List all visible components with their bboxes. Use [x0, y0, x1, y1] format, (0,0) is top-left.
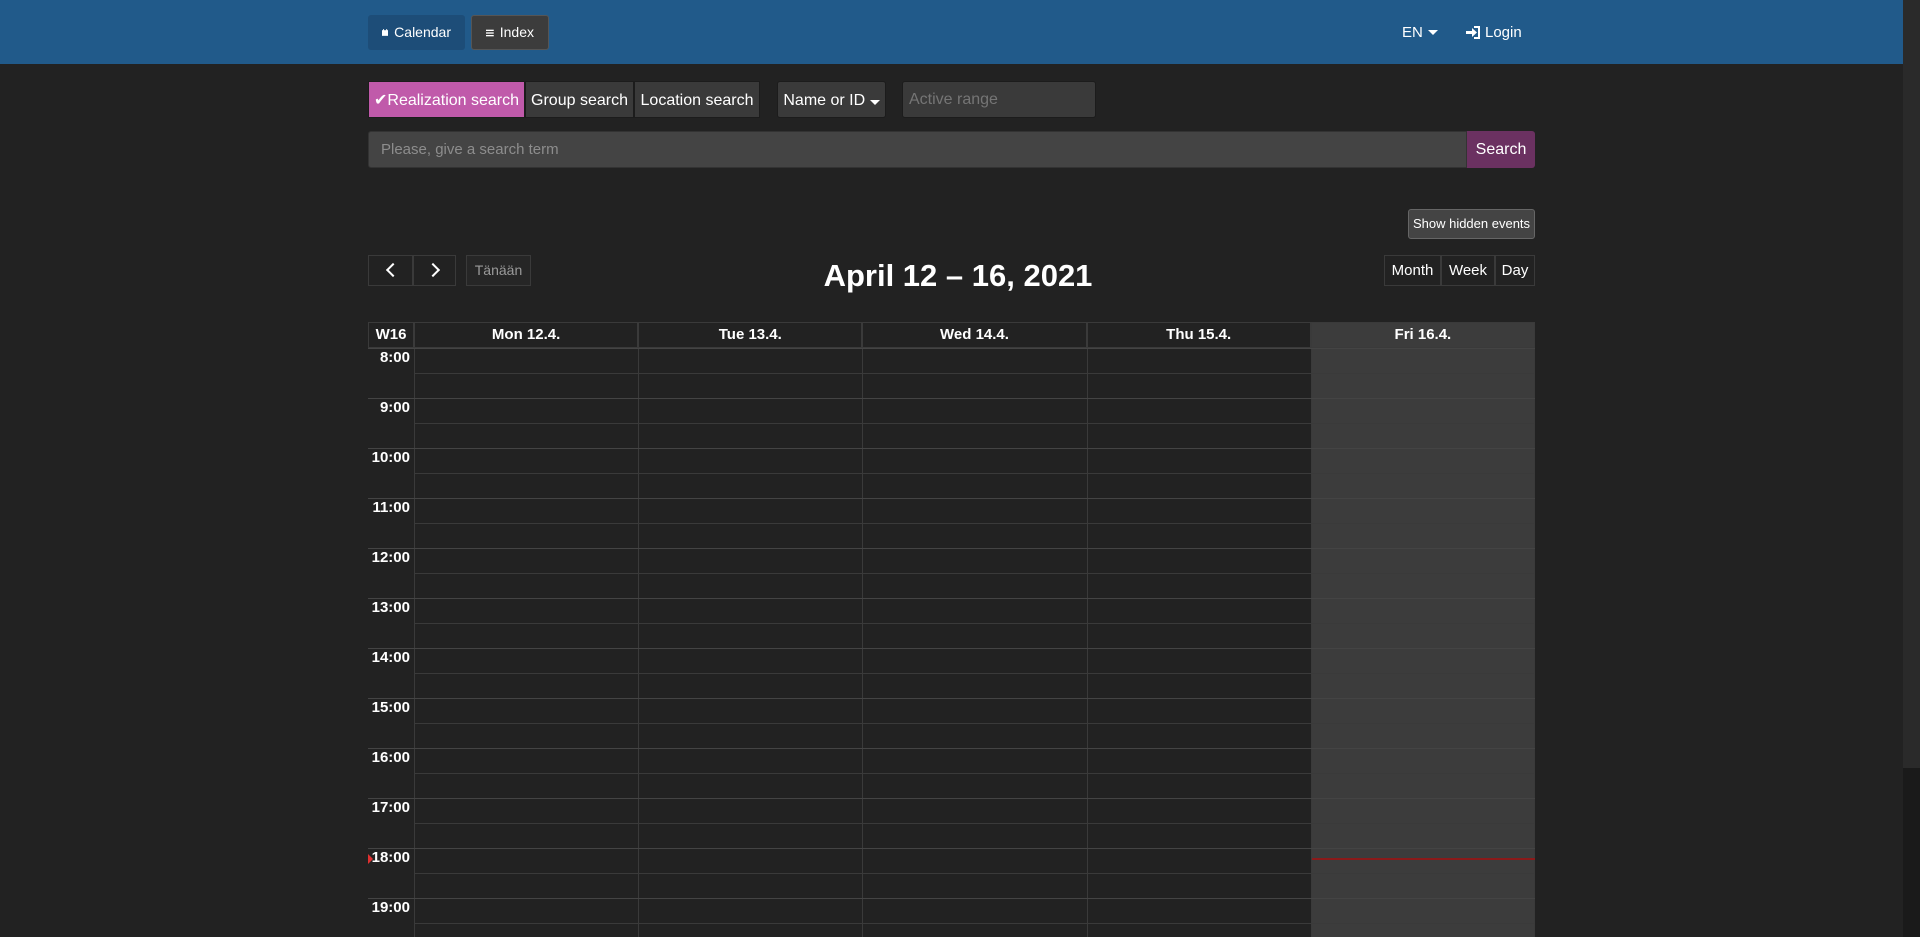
hour-line — [368, 748, 1535, 749]
chevron-down-icon — [1427, 30, 1438, 35]
top-navbar — [0, 0, 1903, 64]
half-hour-line — [414, 373, 1535, 374]
time-label: 17:00 — [371, 799, 410, 816]
realization-search-tab[interactable]: ✔Realization search — [368, 81, 525, 118]
half-hour-line — [414, 723, 1535, 724]
now-indicator-arrow — [368, 854, 373, 864]
half-hour-line — [414, 773, 1535, 774]
calendar-nav-button[interactable]: Calendar — [368, 15, 465, 50]
calendar-icon — [382, 29, 389, 36]
time-label: 18:00 — [371, 849, 410, 866]
login-link[interactable]: Login — [1466, 15, 1522, 50]
show-hidden-events-button[interactable]: Show hidden events — [1408, 209, 1535, 239]
half-hour-line — [414, 573, 1535, 574]
half-hour-line — [414, 473, 1535, 474]
index-nav-button[interactable]: Index — [471, 15, 549, 50]
group-search-label: Group search — [531, 92, 628, 109]
day-header: Wed 14.4. — [862, 322, 1087, 348]
chevron-left-icon — [385, 262, 400, 278]
group-search-tab[interactable]: Group search — [525, 81, 634, 118]
hour-line — [368, 848, 1535, 849]
time-label: 15:00 — [371, 699, 410, 716]
today-button[interactable]: Tänään — [466, 255, 531, 286]
name-or-id-label: Name or ID — [783, 92, 866, 109]
language-label: EN — [1402, 24, 1423, 41]
hour-line — [368, 548, 1535, 549]
half-hour-line — [414, 823, 1535, 824]
check-icon: ✔ — [373, 92, 388, 109]
language-dropdown[interactable]: EN — [1402, 15, 1438, 50]
index-nav-label: Index — [499, 24, 534, 40]
week-grid: W16 Mon 12.4. Tue 13.4. Wed 14.4. Thu 15.4.… — [368, 322, 1535, 937]
day-header: Tue 13.4. — [638, 322, 863, 348]
day-header: Fri 16.4. — [1310, 322, 1535, 348]
chevron-right-icon — [425, 262, 440, 278]
time-label: 16:00 — [371, 749, 410, 766]
view-month-button[interactable]: Month — [1384, 255, 1441, 286]
hour-line — [368, 598, 1535, 599]
hour-line — [368, 398, 1535, 399]
half-hour-line — [414, 523, 1535, 524]
calendar-title: April 12 – 16, 2021 — [823, 258, 1093, 293]
name-or-id-dropdown[interactable]: Name or ID — [777, 81, 886, 118]
time-label: 9:00 — [379, 399, 410, 416]
week-number: W16 — [368, 322, 414, 348]
hour-line — [368, 698, 1535, 699]
hour-line — [368, 448, 1535, 449]
hour-line — [368, 898, 1535, 899]
chevron-down-icon — [869, 100, 880, 105]
hour-line — [368, 648, 1535, 649]
calendar-nav-label: Calendar — [394, 24, 451, 40]
hour-line — [368, 498, 1535, 499]
active-range-input[interactable] — [902, 81, 1096, 118]
half-hour-line — [414, 923, 1535, 924]
search-button[interactable]: Search — [1467, 131, 1535, 168]
hour-line — [368, 798, 1535, 799]
time-label: 8:00 — [379, 349, 410, 366]
next-week-button[interactable] — [413, 255, 456, 286]
login-label: Login — [1485, 24, 1522, 41]
half-hour-line — [414, 673, 1535, 674]
view-week-button[interactable]: Week — [1441, 255, 1495, 286]
scrollbar-thumb[interactable] — [1903, 768, 1920, 937]
realization-search-label: Realization search — [387, 92, 520, 109]
time-label: 11:00 — [372, 499, 410, 516]
list-icon — [486, 29, 494, 36]
half-hour-line — [414, 873, 1535, 874]
location-search-tab[interactable]: Location search — [634, 81, 760, 118]
sign-in-icon — [1466, 26, 1480, 39]
location-search-label: Location search — [640, 92, 754, 109]
time-label: 10:00 — [371, 449, 410, 466]
time-label: 19:00 — [371, 899, 410, 916]
time-label: 12:00 — [371, 549, 410, 566]
half-hour-line — [414, 423, 1535, 424]
view-day-button[interactable]: Day — [1495, 255, 1535, 286]
time-label: 14:00 — [371, 649, 410, 666]
now-indicator-line — [1312, 858, 1535, 860]
day-header: Thu 15.4. — [1086, 322, 1311, 348]
time-label: 13:00 — [371, 599, 410, 616]
search-input[interactable] — [368, 131, 1467, 168]
day-header: Mon 12.4. — [414, 322, 639, 348]
prev-week-button[interactable] — [368, 255, 413, 286]
half-hour-line — [414, 623, 1535, 624]
hour-line — [368, 348, 1535, 349]
